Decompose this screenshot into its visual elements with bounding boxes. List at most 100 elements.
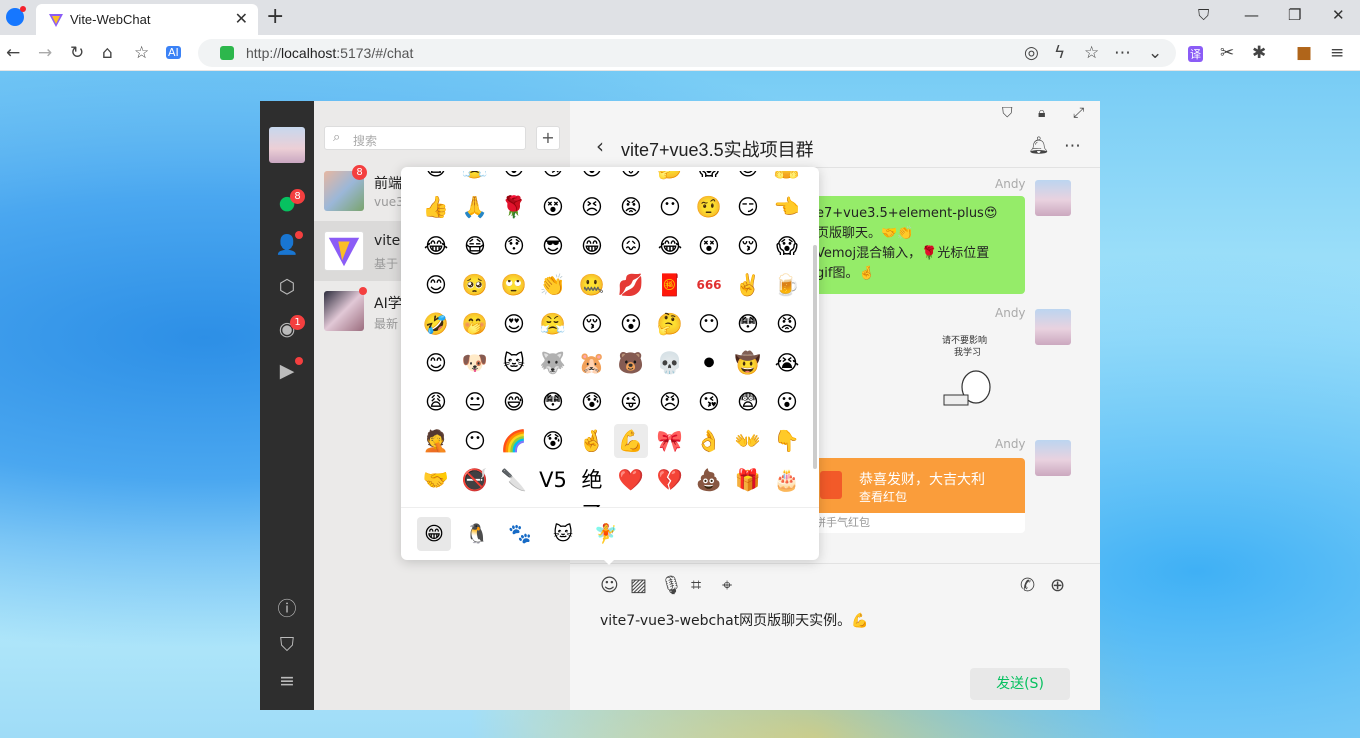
emoji-item[interactable]: 😲 xyxy=(497,171,531,185)
scissors-icon[interactable]: ✂ xyxy=(1220,43,1234,63)
home-icon[interactable]: ⌂ xyxy=(102,43,113,63)
cube-icon[interactable]: ⬡ xyxy=(275,275,299,299)
emoji-item[interactable]: 😘 xyxy=(692,385,726,419)
target-icon[interactable]: ◎ xyxy=(1024,43,1039,63)
emoji-pack-tab[interactable]: 😁 xyxy=(417,517,451,551)
emoji-item[interactable]: 🎀 xyxy=(653,424,687,458)
emoji-item[interactable]: 🌈 xyxy=(497,424,531,458)
emoji-item[interactable]: 🔪 xyxy=(497,463,531,497)
crop-icon[interactable]: ⌗ xyxy=(691,575,701,596)
ai-icon[interactable]: AI xyxy=(166,46,181,59)
emoji-item[interactable]: 🤞 xyxy=(575,424,609,458)
emoji-item[interactable]: 😱 xyxy=(770,229,804,263)
emoji-item[interactable]: 😮 xyxy=(770,385,804,419)
emoji-item[interactable]: V5 xyxy=(536,463,570,497)
emoji-item[interactable]: 👈 xyxy=(770,190,804,224)
emoji-item[interactable]: 🐱 xyxy=(497,346,531,380)
back-arrow-icon[interactable]: ‹ xyxy=(596,134,604,158)
emoji-item[interactable]: 😐 xyxy=(458,385,492,419)
close-window-button[interactable]: ✕ xyxy=(1332,6,1345,24)
emoji-item[interactable]: 💋 xyxy=(614,268,648,302)
emoji-item[interactable]: 🍺 xyxy=(770,268,804,302)
skin-icon[interactable]: ⛉ xyxy=(1002,105,1013,121)
emoji-item[interactable]: 🎁 xyxy=(731,463,765,497)
emoji-item[interactable]: 😅 xyxy=(497,385,531,419)
emoji-item[interactable]: 😯 xyxy=(497,229,531,263)
emoji-pack-tab[interactable]: 🐱 xyxy=(546,517,580,551)
translate-icon[interactable]: 译 xyxy=(1188,46,1203,62)
emoji-item[interactable]: 😳 xyxy=(731,307,765,341)
emoji-pack-tab[interactable]: 🐾 xyxy=(503,517,537,551)
emoji-item[interactable]: 😡 xyxy=(614,190,648,224)
back-icon[interactable]: ← xyxy=(6,43,20,63)
emoji-item[interactable]: 😭 xyxy=(770,346,804,380)
emoji-item[interactable]: 😁 xyxy=(575,229,609,263)
emoji-item[interactable]: 🤨 xyxy=(692,190,726,224)
emoji-item[interactable]: 😮 xyxy=(614,307,648,341)
forward-icon[interactable]: → xyxy=(38,43,52,63)
bookmark-star-icon[interactable]: ☆ xyxy=(1084,43,1099,63)
emoji-item[interactable]: 👇 xyxy=(770,424,804,458)
microphone-icon[interactable]: 🎙︎ xyxy=(660,575,683,596)
emoji-item[interactable]: 😍 xyxy=(497,307,531,341)
emoji-item[interactable]: 🤠 xyxy=(731,346,765,380)
emoji-item[interactable]: 😵 xyxy=(692,229,726,263)
emoji-pack-tab[interactable]: 🧚 xyxy=(589,517,623,551)
emoji-item[interactable]: 🐻 xyxy=(614,346,648,380)
emoji-item[interactable]: 😵 xyxy=(536,190,570,224)
sender-avatar[interactable] xyxy=(1035,180,1071,216)
emoji-item[interactable]: 😱 xyxy=(692,171,726,185)
red-packet-card[interactable]: 恭喜发财，大吉大利 查看红包 xyxy=(815,458,1025,513)
lightning-icon[interactable]: ϟ xyxy=(1054,43,1065,63)
emoji-item[interactable]: 😰 xyxy=(536,424,570,458)
emoji-item[interactable]: 🤗 xyxy=(770,171,804,185)
emoji-item[interactable]: 🐶 xyxy=(458,346,492,380)
emoji-item[interactable]: 🐺 xyxy=(536,346,570,380)
menu-icon[interactable]: ≡ xyxy=(1330,43,1344,63)
emoji-item[interactable]: 😜 xyxy=(614,385,648,419)
extensions-icon[interactable]: ✱ xyxy=(1252,43,1266,63)
emoji-item[interactable]: 😰 xyxy=(575,385,609,419)
emoji-item[interactable]: 😷 xyxy=(458,229,492,263)
emoji-item[interactable]: 🤔 xyxy=(653,307,687,341)
my-avatar[interactable] xyxy=(269,127,305,163)
emoji-item[interactable]: 🙏 xyxy=(458,190,492,224)
browser-logo-icon[interactable] xyxy=(6,6,26,26)
minimize-button[interactable]: — xyxy=(1244,6,1259,24)
tab-close-icon[interactable]: ✕ xyxy=(235,9,248,28)
more-icon[interactable]: ⋯ xyxy=(1064,136,1081,156)
emoji-item[interactable]: 😤 xyxy=(458,171,492,185)
menu-icon[interactable]: ≡ xyxy=(275,669,299,693)
emoji-item[interactable]: 😊 xyxy=(419,346,453,380)
reload-icon[interactable]: ↻ xyxy=(70,43,84,63)
bell-icon[interactable]: 🔔︎ xyxy=(1028,136,1050,156)
emoji-item[interactable]: 😳 xyxy=(536,385,570,419)
emoji-item[interactable]: 😣 xyxy=(575,190,609,224)
sender-avatar[interactable] xyxy=(1035,440,1071,476)
emoji-item[interactable]: 🤐 xyxy=(575,268,609,302)
emoji-item[interactable]: 😚 xyxy=(731,229,765,263)
emoji-item[interactable]: 🙄 xyxy=(497,268,531,302)
add-button[interactable]: + xyxy=(536,126,560,150)
emoji-item[interactable]: 🤦 xyxy=(419,424,453,458)
emoji-pack-tab[interactable]: 🐧 xyxy=(460,517,494,551)
sticker-image[interactable]: 请不要影响 我学习 xyxy=(940,333,1004,413)
emoji-item[interactable]: 😠 xyxy=(653,385,687,419)
emoji-item[interactable]: ✌️ xyxy=(731,268,765,302)
emoji-item[interactable]: 😘 xyxy=(536,171,570,185)
emoji-item[interactable]: 😮 xyxy=(575,171,609,185)
restore-button[interactable]: ❐ xyxy=(1288,6,1301,24)
shirt-icon[interactable]: ⛉ xyxy=(275,633,299,657)
emoji-item[interactable]: 🥺 xyxy=(458,268,492,302)
emoji-item[interactable]: 🤭 xyxy=(458,307,492,341)
skin-icon[interactable]: ⛉ xyxy=(1198,6,1209,24)
emoji-item[interactable]: 😊 xyxy=(419,268,453,302)
emoji-item[interactable]: 🐹 xyxy=(575,346,609,380)
emoji-item[interactable]: 😶 xyxy=(692,307,726,341)
emoji-item[interactable]: 🚭 xyxy=(458,463,492,497)
emoji-item[interactable]: 💀 xyxy=(653,346,687,380)
favorites-icon[interactable]: ☆ xyxy=(134,43,149,63)
emoji-item[interactable]: 😎 xyxy=(536,229,570,263)
emoji-item[interactable]: 😚 xyxy=(575,307,609,341)
emoji-item[interactable]: 😎 xyxy=(731,171,765,185)
